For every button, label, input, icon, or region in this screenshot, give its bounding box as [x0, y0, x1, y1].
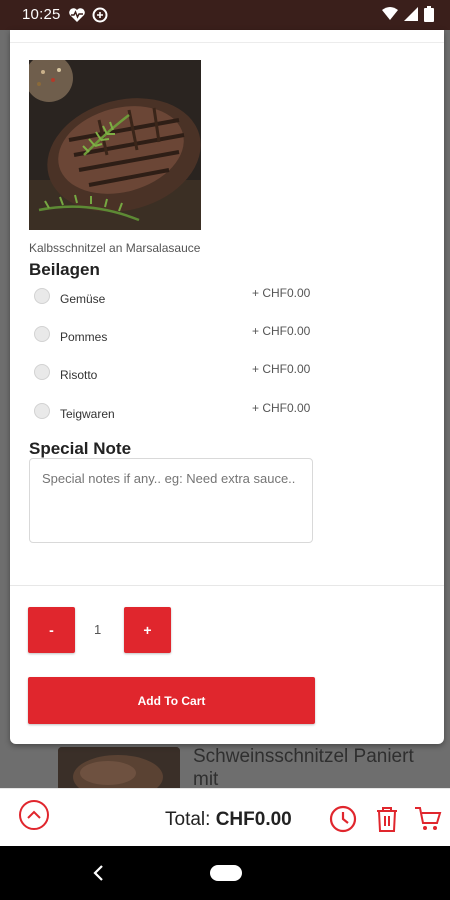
status-system-icons [382, 6, 434, 22]
status-notification-icons [68, 7, 108, 23]
option-price: + CHF0.00 [252, 324, 311, 338]
status-bar: 10:25 [0, 0, 450, 30]
option-label: Pommes [60, 330, 108, 344]
trash-icon[interactable] [375, 805, 399, 833]
option-price: + CHF0.00 [252, 286, 311, 300]
cart-icon[interactable] [414, 805, 442, 833]
modal-top-divider [10, 42, 444, 43]
option-label: Gemüse [60, 292, 106, 306]
quantity-value: 1 [94, 622, 102, 637]
home-pill[interactable] [210, 865, 242, 881]
option-row[interactable]: Risotto + CHF0.00 [34, 362, 324, 388]
modal-divider [10, 585, 444, 586]
signal-icon [404, 7, 418, 21]
status-time: 10:25 [22, 6, 61, 23]
battery-icon [424, 6, 434, 22]
beilagen-title: Beilagen [29, 260, 100, 279]
cart-total: Total: CHF0.00 [165, 809, 292, 831]
option-price: + CHF0.00 [252, 401, 311, 415]
dish-image [29, 60, 201, 230]
system-navigation-bar [0, 846, 450, 900]
option-label: Risotto [60, 368, 98, 382]
option-row[interactable]: Teigwaren + CHF0.00 [34, 401, 324, 427]
sync-disabled-icon [92, 7, 108, 23]
special-note-input[interactable] [29, 458, 313, 543]
option-label: Teigwaren [60, 407, 115, 421]
wifi-icon [382, 7, 398, 20]
option-row[interactable]: Gemüse + CHF0.00 [34, 286, 324, 312]
radio-button[interactable] [34, 403, 50, 419]
radio-button[interactable] [34, 326, 50, 342]
add-to-cart-button[interactable]: Add To Cart [28, 677, 315, 724]
heart-pulse-icon [69, 8, 85, 22]
clock-icon[interactable] [329, 805, 357, 833]
background-item-image [58, 747, 180, 791]
product-options-modal: Kalbsschnitzel an Marsalasauce Beilagen … [10, 30, 444, 744]
option-row[interactable]: Pommes + CHF0.00 [34, 324, 324, 350]
option-price: + CHF0.00 [252, 362, 311, 376]
dish-name: Kalbsschnitzel an Marsalasauce [29, 241, 201, 255]
total-value: CHF0.00 [215, 809, 292, 830]
back-icon[interactable] [92, 864, 106, 882]
increase-quantity-button[interactable]: + [124, 607, 171, 653]
background-item-title[interactable]: Schweinsschnitzel Paniert mit [193, 745, 433, 791]
special-note-title: Special Note [29, 439, 132, 458]
cart-footer: Total: CHF0.00 [0, 788, 450, 847]
expand-up-icon[interactable] [18, 799, 50, 831]
radio-button[interactable] [34, 288, 50, 304]
decrease-quantity-button[interactable]: - [28, 607, 75, 653]
total-label: Total: [165, 809, 211, 830]
radio-button[interactable] [34, 364, 50, 380]
